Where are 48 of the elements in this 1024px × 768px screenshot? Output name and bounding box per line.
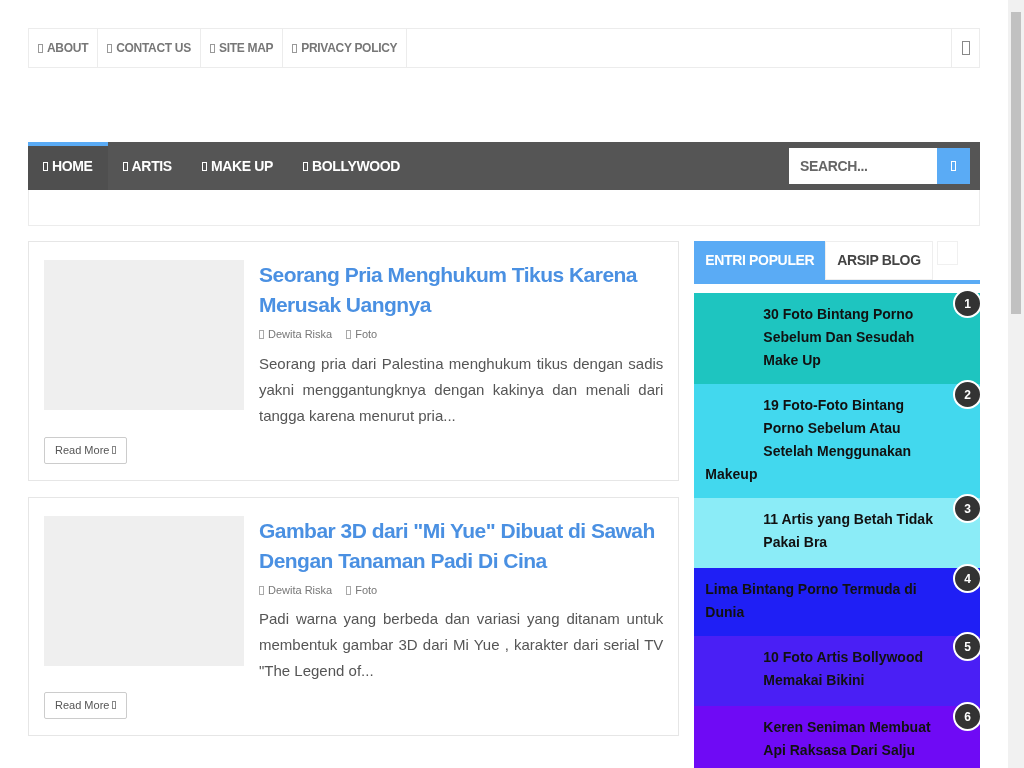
post-category[interactable]: Foto — [346, 581, 378, 598]
glyph-icon — [209, 43, 215, 53]
glyph-icon — [303, 161, 308, 171]
scrollbar[interactable] — [1008, 0, 1024, 768]
search-icon — [951, 161, 956, 171]
top-link[interactable]: PRIVACY POLICY — [283, 29, 408, 67]
nav-tab[interactable]: BOLLYWOOD — [288, 142, 416, 190]
post-excerpt: Seorang pria dari Palestina menghukum tikus dengan sadis yakni menggantungknya dengan kakinya dan menali dari tangga karena menurut pria... — [259, 353, 664, 426]
rank-badge: 6 — [953, 702, 982, 731]
glyph-icon — [201, 161, 207, 171]
rank-badge: 2 — [953, 380, 982, 409]
search-button[interactable] — [937, 148, 970, 184]
menu-icon — [961, 41, 970, 55]
popular-item[interactable]: 30 Foto Bintang Porno Sebelum Dan Sesudah Make Up 1 — [694, 293, 980, 384]
glyph-icon — [38, 43, 43, 53]
glyph-icon — [43, 161, 48, 171]
glyph-icon — [112, 445, 117, 454]
search-field[interactable]: SEARCH... — [789, 148, 937, 184]
glyph-icon — [259, 585, 264, 595]
sidebar-tab[interactable]: ARSIP BLOG — [825, 241, 933, 280]
nav-tab[interactable]: HOME — [28, 142, 108, 190]
rank-badge: 1 — [953, 289, 982, 318]
top-link[interactable]: CONTACT US — [98, 29, 201, 67]
post-excerpt: Padi warna yang berbeda dan variasi yang ditanam untuk membentuk gambar 3D dari Mi Yue , karakter dari serial TV "The Legend of... — [259, 609, 664, 681]
rank-badge: 3 — [953, 494, 982, 523]
rank-badge: 5 — [953, 632, 982, 661]
post-author[interactable]: Dewita Riska — [259, 326, 333, 343]
top-link[interactable]: ABOUT — [29, 29, 99, 67]
scrollbar-thumb[interactable] — [1011, 12, 1021, 314]
search-placeholder: SEARCH... — [800, 156, 868, 176]
post-author[interactable]: Dewita Riska — [259, 581, 333, 598]
glyph-icon — [122, 161, 128, 171]
read-more-button[interactable]: Read More — [44, 436, 128, 464]
glyph-icon — [346, 585, 352, 595]
glyph-icon — [292, 43, 298, 53]
glyph-icon — [107, 43, 113, 53]
popular-title[interactable]: 30 Foto Bintang Porno Sebelum Dan Sesudah Make Up — [705, 303, 939, 372]
glyph-icon — [346, 330, 352, 339]
rank-badge: 4 — [953, 564, 982, 593]
glyph-icon — [112, 701, 117, 710]
post-category[interactable]: Foto — [346, 326, 378, 343]
top-link[interactable]: SITE MAP — [200, 29, 284, 67]
popular-title[interactable]: 19 Foto-Foto Bintang Porno Sebelum Atau Setelah Menggunakan Makeup — [705, 394, 939, 486]
popular-title[interactable]: 11 Artis yang Betah Tidak Pakai Bra — [705, 508, 939, 554]
nav-tab[interactable]: ARTIS — [107, 142, 187, 190]
nav-tab[interactable]: MAKE UP — [186, 142, 288, 190]
read-more-button[interactable]: Read More — [44, 692, 128, 719]
glyph-icon — [259, 330, 264, 339]
